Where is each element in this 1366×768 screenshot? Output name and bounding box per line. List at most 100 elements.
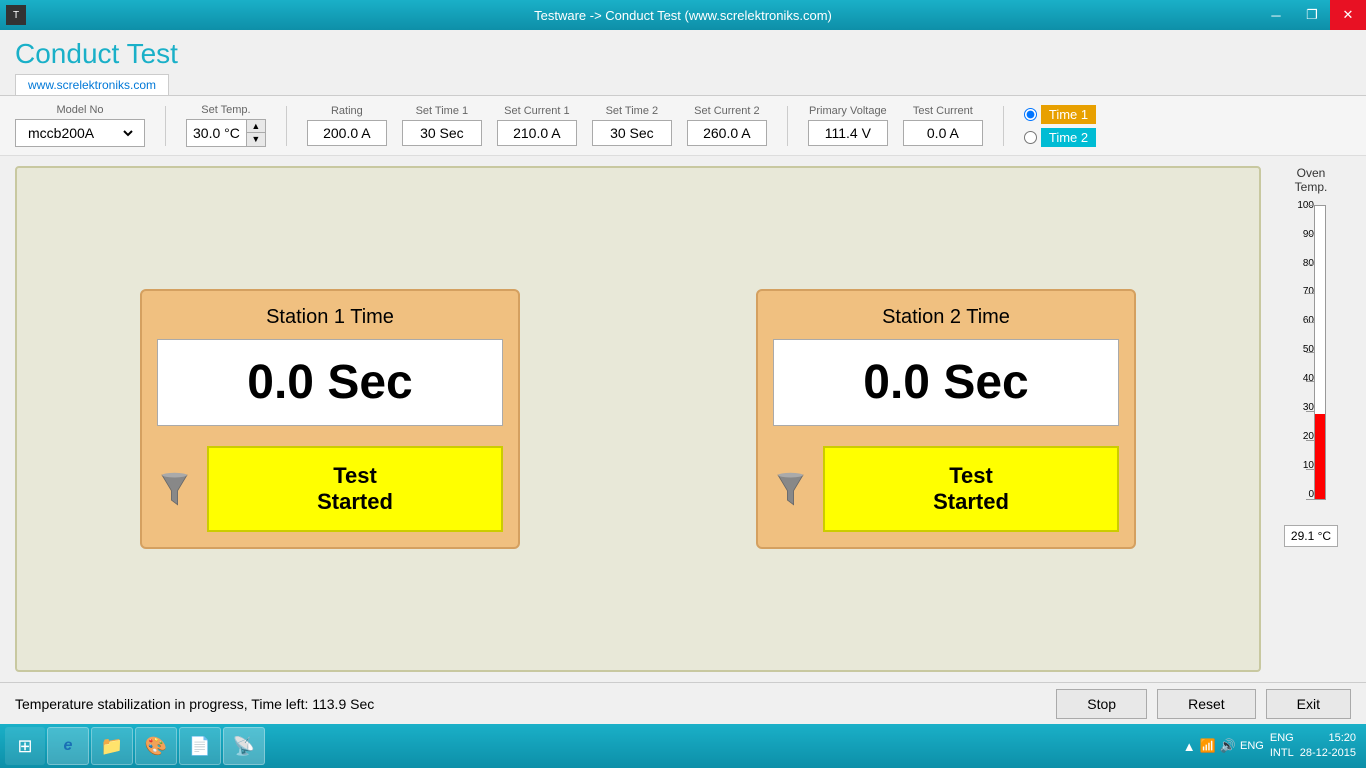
network-icon: ▲ [1183, 739, 1196, 754]
taskbar-ie-button[interactable]: e [47, 727, 89, 765]
minimize-button[interactable]: ─ [1258, 0, 1294, 30]
tick-0 [1306, 499, 1314, 500]
close-button[interactable]: ✕ [1330, 0, 1366, 30]
station1-card: Station 1 Time 0.0 Sec TestStarted [140, 289, 520, 549]
tick-40 [1306, 381, 1314, 382]
tab-website[interactable]: www.screlektroniks.com [15, 74, 169, 95]
window-content: Conduct Test www.screlektroniks.com Mode… [0, 30, 1366, 724]
reset-button[interactable]: Reset [1157, 689, 1256, 719]
time2-radio[interactable] [1024, 131, 1037, 144]
rating-value: 200.0 A [307, 120, 387, 146]
app-icon: T [6, 5, 26, 25]
test-area: Station 1 Time 0.0 Sec TestStarted Stati… [0, 156, 1366, 682]
status-message: Temperature stabilization in progress, T… [15, 696, 1046, 712]
clock-time: 15:20 [1300, 731, 1356, 746]
oven-temp-value: 29.1 °C [1284, 525, 1338, 547]
window-title: Testware -> Conduct Test (www.screlektro… [534, 8, 832, 23]
window-controls: ─ ❐ ✕ [1258, 0, 1366, 30]
model-no-field[interactable]: mccb200A [15, 119, 145, 147]
set-time2-value: 30 Sec [592, 120, 672, 146]
test-current-group: Test Current 0.0 A [903, 105, 983, 146]
rating-group: Rating 200.0 A [307, 105, 387, 146]
set-current2-value: 260.0 A [687, 120, 767, 146]
taskbar-sys-area: ▲ 📶 🔊 ENG ENG INTL 15:20 28-12-2015 [1183, 731, 1361, 762]
model-no-select[interactable]: mccb200A [24, 124, 136, 142]
temp-up-arrow[interactable]: ▲ [247, 120, 265, 133]
taskbar-paint-button[interactable]: 🎨 [135, 727, 177, 765]
clock-date: 28-12-2015 [1300, 746, 1356, 761]
clock-display[interactable]: 15:20 28-12-2015 [1300, 731, 1361, 762]
tick-20 [1306, 440, 1314, 441]
set-current1-group: Set Current 1 210.0 A [497, 105, 577, 146]
divider3 [787, 106, 788, 146]
title-bar: T Testware -> Conduct Test (www.screlekt… [0, 0, 1366, 30]
rating-label: Rating [331, 105, 363, 117]
station1-title: Station 1 Time [266, 306, 394, 329]
taskbar-explorer-button[interactable]: 📁 [91, 727, 133, 765]
stop-button[interactable]: Stop [1056, 689, 1147, 719]
divider4 [1003, 106, 1004, 146]
time1-radio-item: Time 1 [1024, 105, 1096, 124]
test-current-label: Test Current [913, 105, 973, 117]
station2-funnel-icon [773, 472, 808, 507]
set-temp-control: 30.0 °C ▲ ▼ [186, 119, 266, 147]
thermo-fill [1315, 414, 1325, 499]
set-temp-label: Set Temp. [201, 104, 250, 116]
station2-card: Station 2 Time 0.0 Sec TestStarted [756, 289, 1136, 549]
tick-90 [1306, 234, 1314, 235]
lang-label: ENG [1270, 731, 1294, 746]
page-title: Conduct Test [0, 30, 1366, 74]
station1-time-display: 0.0 Sec [157, 339, 503, 426]
settings-row: Model No mccb200A Set Temp. 30.0 °C ▲ ▼ … [0, 96, 1366, 156]
model-no-label: Model No [56, 104, 103, 116]
set-temp-group: Set Temp. 30.0 °C ▲ ▼ [186, 104, 266, 147]
model-no-group: Model No mccb200A [15, 104, 145, 147]
temp-arrows: ▲ ▼ [246, 120, 265, 146]
tick-100 [1306, 205, 1314, 206]
set-time1-label: Set Time 1 [416, 105, 469, 117]
locale-label: INTL [1270, 746, 1294, 761]
station1-status-badge: TestStarted [207, 446, 503, 532]
tick-50 [1306, 352, 1314, 353]
start-button[interactable]: ⊞ [5, 727, 45, 765]
thermometer: 100 90 80 70 60 50 40 30 20 10 0 [1286, 200, 1336, 520]
set-current1-value: 210.0 A [497, 120, 577, 146]
ime-icon: ENG [1240, 740, 1264, 752]
lang-info: ENG INTL [1270, 731, 1294, 762]
set-time2-label: Set Time 2 [606, 105, 659, 117]
tab-bar: www.screlektroniks.com [0, 74, 1366, 96]
taskbar-doc-button[interactable]: 📄 [179, 727, 221, 765]
time2-radio-item: Time 2 [1024, 128, 1096, 147]
primary-voltage-group: Primary Voltage 111.4 V [808, 105, 888, 146]
test-current-value: 0.0 A [903, 120, 983, 146]
restore-button[interactable]: ❐ [1294, 0, 1330, 30]
set-current2-label: Set Current 2 [694, 105, 759, 117]
time1-radio[interactable] [1024, 108, 1037, 121]
divider2 [286, 106, 287, 146]
set-current2-group: Set Current 2 260.0 A [687, 105, 767, 146]
primary-voltage-label: Primary Voltage [809, 105, 887, 117]
station1-funnel-icon [157, 472, 192, 507]
volume-icon: 🔊 [1220, 738, 1236, 754]
station2-bottom: TestStarted [773, 446, 1119, 532]
divider1 [165, 106, 166, 146]
time2-label: Time 2 [1041, 128, 1096, 147]
thermo-bar-bg [1314, 205, 1326, 500]
station1-bottom: TestStarted [157, 446, 503, 532]
set-temp-value: 30.0 °C [187, 121, 246, 145]
time1-label: Time 1 [1041, 105, 1096, 124]
oven-title: OvenTemp. [1295, 166, 1328, 195]
station2-time-display: 0.0 Sec [773, 339, 1119, 426]
exit-button[interactable]: Exit [1266, 689, 1351, 719]
station2-title: Station 2 Time [882, 306, 1010, 329]
set-time1-group: Set Time 1 30 Sec [402, 105, 482, 146]
status-bar: Temperature stabilization in progress, T… [0, 682, 1366, 724]
tick-70 [1306, 293, 1314, 294]
thermo-ticks [1306, 205, 1314, 500]
taskbar-app-button[interactable]: 📡 [223, 727, 265, 765]
network-icon2: 📶 [1200, 738, 1216, 754]
time-radio-group: Time 1 Time 2 [1024, 105, 1096, 147]
taskbar: ⊞ e 📁 🎨 📄 📡 ▲ 📶 🔊 ENG ENG INTL 15:20 28-… [0, 724, 1366, 768]
temp-down-arrow[interactable]: ▼ [247, 133, 265, 146]
oven-temp-panel: OvenTemp. 100 90 80 70 60 50 40 30 20 10… [1271, 166, 1351, 672]
